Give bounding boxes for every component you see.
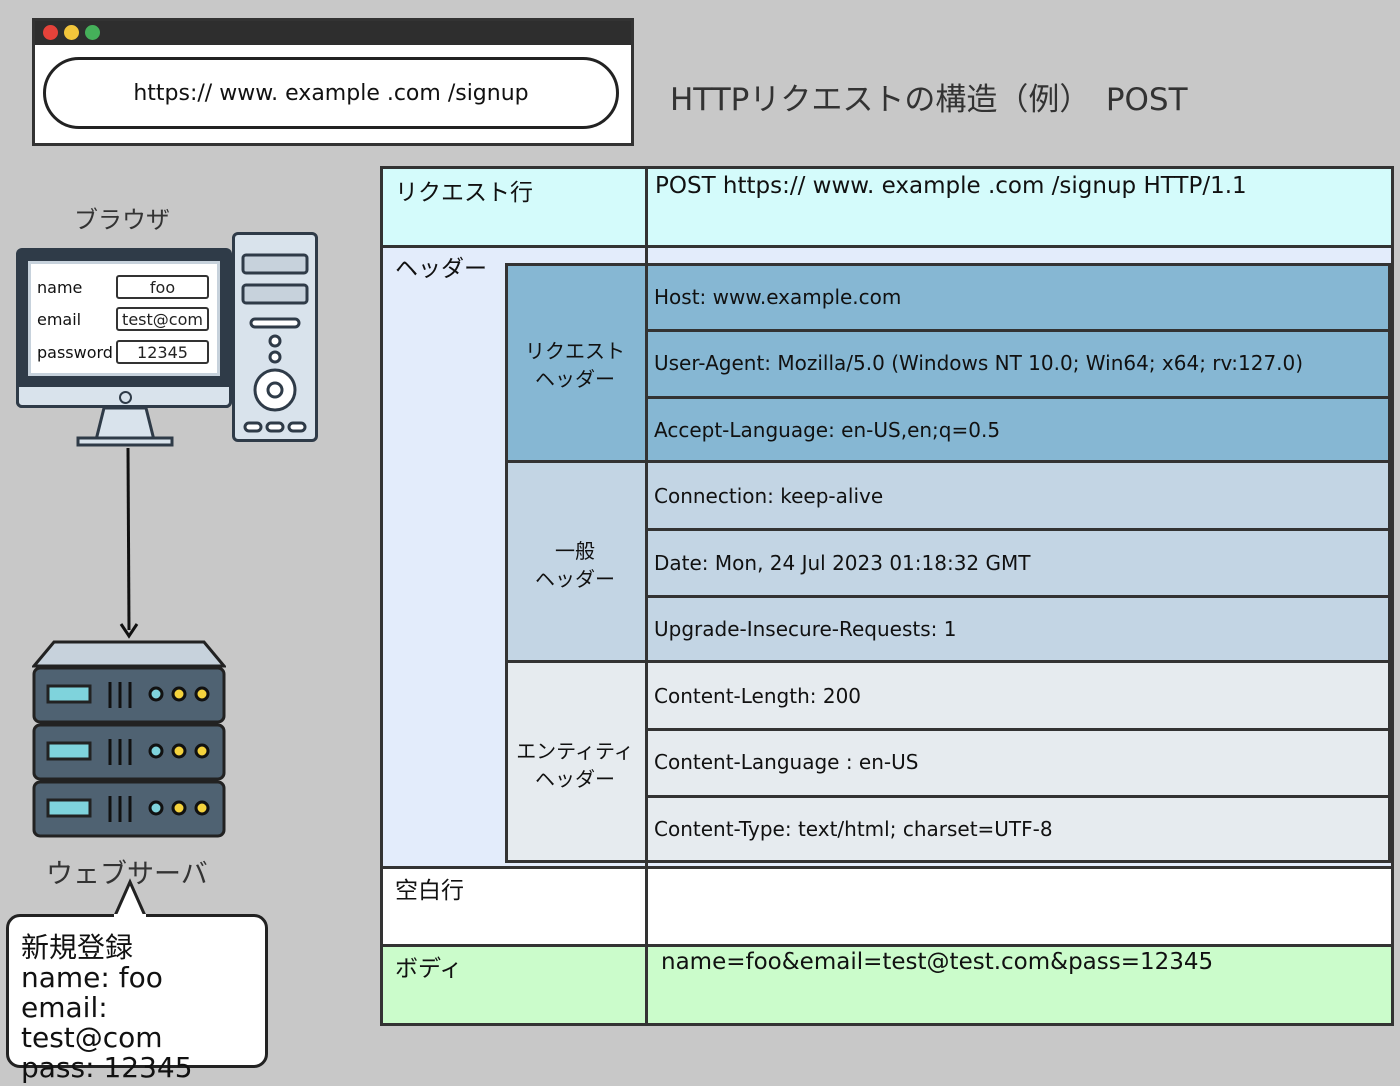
close-dot-icon	[43, 25, 58, 40]
address-bar-url: https:// www. example .com /signup	[133, 80, 529, 106]
maximize-dot-icon	[85, 25, 100, 40]
browser-window: https:// www. example .com /signup	[32, 18, 634, 146]
web-server-icon	[32, 640, 226, 838]
bubble-title: 新規登録	[21, 931, 134, 964]
address-bar: https:// www. example .com /signup	[43, 57, 619, 129]
arrow-down-icon	[119, 447, 139, 639]
pc-tower-icon	[232, 232, 318, 442]
bubble-line: name: foo	[21, 961, 163, 994]
bubble-line: email: test@com	[21, 991, 163, 1054]
server-unit	[32, 723, 226, 781]
blank-line-label: 空白行	[395, 878, 464, 904]
request-header-label: リクエスト ヘッダー	[525, 339, 625, 391]
entity-header-label: エンティティ ヘッダー	[516, 739, 634, 791]
request-line-label: リクエスト行	[395, 180, 533, 206]
password-label: password	[37, 343, 113, 362]
page-title: HTTPリクエストの構造（例） POST	[670, 82, 1188, 118]
signup-bubble: 新規登録 name: foo email: test@com pass: 123…	[6, 914, 268, 1083]
body-value: name=foo&email=test@test.com&pass=12345	[661, 949, 1214, 975]
header-line: Content-Length: 200	[654, 684, 862, 708]
header-line: Accept-Language: en-US,en;q=0.5	[654, 418, 1001, 442]
window-titlebar	[35, 21, 631, 45]
email-label: email	[37, 310, 82, 329]
password-field: 12345	[116, 340, 209, 364]
browser-label: ブラウザ	[74, 206, 170, 234]
header-line: Content-Type: text/html; charset=UTF-8	[654, 817, 1053, 841]
header-line: Host: www.example.com	[654, 285, 902, 309]
server-unit	[32, 666, 226, 724]
header-line: Content-Language : en-US	[654, 750, 919, 774]
header-line: Upgrade-Insecure-Requests: 1	[654, 617, 957, 641]
email-field: test@com	[116, 307, 209, 331]
body-label: ボディ	[395, 956, 463, 982]
bubble-line: pass: 12345	[21, 1051, 193, 1084]
header-label: ヘッダー	[395, 256, 487, 282]
header-line: Date: Mon, 24 Jul 2023 01:18:32 GMT	[654, 551, 1031, 575]
request-line-value: POST https:// www. example .com /signup …	[655, 173, 1247, 199]
name-label: name	[37, 278, 83, 297]
name-field: foo	[116, 275, 209, 299]
header-line: Connection: keep-alive	[654, 484, 884, 508]
minimize-dot-icon	[64, 25, 79, 40]
server-unit	[32, 780, 226, 838]
general-header-label: 一般 ヘッダー	[535, 539, 615, 591]
header-line: User-Agent: Mozilla/5.0 (Windows NT 10.0…	[654, 351, 1304, 375]
monitor-stand-icon	[76, 406, 174, 447]
monitor-chin	[16, 384, 232, 408]
http-request-table: リクエスト行 POST https:// www. example .com /…	[380, 166, 1394, 1026]
